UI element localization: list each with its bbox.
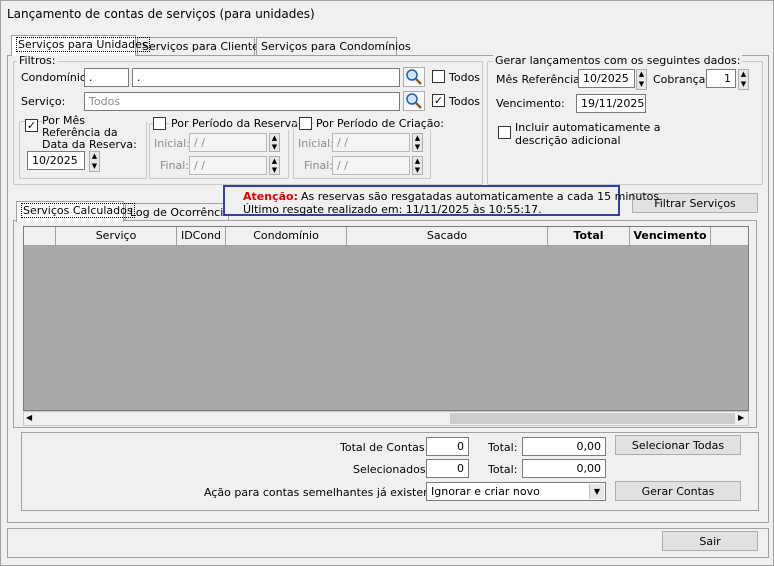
- acao-label: Ação para contas semelhantes já existent…: [204, 486, 451, 499]
- total-contas-sum: 0,00: [522, 437, 606, 456]
- criacao-final-spinner[interactable]: ▲ ▼: [412, 156, 423, 175]
- bottom-bar: [7, 528, 769, 558]
- incluir-descricao-label-1: Incluir automaticamente a: [515, 121, 661, 134]
- periodo-criacao-label: Por Período de Criação:: [314, 117, 446, 130]
- tab-servicos-condominios[interactable]: Serviços para Condomínios: [256, 37, 411, 56]
- criacao-inicial-input[interactable]: / /: [332, 133, 410, 152]
- gerar-contas-button[interactable]: Gerar Contas: [615, 481, 741, 501]
- cobranca-spinner[interactable]: ▲ ▼: [738, 69, 749, 90]
- servico-label: Serviço:: [21, 95, 66, 108]
- gerar-mes-ref-spinner[interactable]: ▲ ▼: [636, 69, 647, 90]
- selecionados-label: Selecionados:: [353, 463, 430, 476]
- grid-col-vencimento[interactable]: Vencimento: [630, 227, 711, 246]
- scroll-left-icon[interactable]: ◀: [26, 413, 32, 422]
- total-contas-value: 0: [426, 437, 469, 456]
- subtab-label: Log de Ocorrências: [130, 206, 236, 219]
- tab-servicos-clientes[interactable]: Serviços para Clientes: [137, 37, 265, 56]
- mes-referencia-spinner[interactable]: ▲ ▼: [89, 151, 100, 172]
- tab-label: Serviços para Condomínios: [261, 40, 411, 53]
- servico-search-button[interactable]: [403, 91, 425, 111]
- sair-button[interactable]: Sair: [662, 531, 758, 551]
- periodo-criacao-checkbox[interactable]: [299, 117, 312, 130]
- periodo-reserva-checkbox[interactable]: [153, 117, 166, 130]
- search-icon: [406, 93, 422, 109]
- main-window: Lançamento de contas de serviços (para u…: [0, 0, 774, 566]
- grid-header: Serviço IDCond Condomínio Sacado Total V…: [24, 227, 748, 246]
- reserva-inicial-label: Inicial:: [154, 137, 190, 150]
- total-label: Total:: [488, 441, 518, 454]
- selecionar-todas-button[interactable]: Selecionar Todas: [615, 435, 741, 455]
- notice-line2: Último resgate realizado em: 11/11/2025 …: [243, 203, 542, 216]
- mes-referencia-checkbox[interactable]: ✓: [25, 119, 38, 132]
- total-contas-label: Total de Contas:: [340, 441, 429, 454]
- criacao-final-input[interactable]: / /: [332, 156, 410, 175]
- servico-todos-checkbox[interactable]: ✓: [432, 94, 445, 107]
- incluir-descricao-label-2: descrição adicional: [515, 134, 621, 147]
- acao-select[interactable]: Ignorar e criar novo ▼: [426, 482, 606, 501]
- reserva-final-input[interactable]: / /: [189, 156, 267, 175]
- subtab-servicos-calculados[interactable]: Serviços Calculados: [16, 201, 135, 222]
- grid-indicator-column: [24, 227, 56, 246]
- reserva-inicial-spinner[interactable]: ▲ ▼: [269, 133, 280, 152]
- grid-col-idcond[interactable]: IDCond: [177, 227, 226, 246]
- condominio-search-button[interactable]: [403, 67, 425, 87]
- search-icon: [406, 69, 422, 85]
- selecionados-sum: 0,00: [522, 459, 606, 478]
- condominio-name-input[interactable]: .: [132, 68, 400, 87]
- grid-col-condominio[interactable]: Condomínio: [226, 227, 347, 246]
- condominio-todos-checkbox[interactable]: [432, 70, 445, 83]
- selecionados-total-label: Total:: [488, 463, 518, 476]
- gerar-mes-ref-input[interactable]: 10/2025: [578, 69, 635, 88]
- criacao-inicial-spinner[interactable]: ▲ ▼: [412, 133, 423, 152]
- incluir-descricao-checkbox[interactable]: [498, 126, 511, 139]
- grid-col-total[interactable]: Total: [548, 227, 630, 246]
- notice-attention: Atenção:: [243, 190, 298, 203]
- periodo-reserva-label: Por Período da Reserva:: [169, 117, 304, 130]
- vencimento-label: Vencimento:: [496, 97, 565, 110]
- chevron-down-icon[interactable]: ▼: [589, 484, 604, 499]
- criacao-inicial-label: Inicial:: [298, 137, 334, 150]
- servico-todos-label: Todos: [449, 95, 481, 108]
- grid-col-sacado[interactable]: Sacado: [347, 227, 548, 246]
- gerar-mes-ref-label: Mês Referência:: [496, 73, 584, 86]
- tab-label: Serviços para Clientes: [142, 40, 265, 53]
- reserva-final-label: Final:: [160, 159, 190, 172]
- notice-box: Atenção: As reservas são resgatadas auto…: [223, 185, 663, 216]
- mes-referencia-input[interactable]: 10/2025: [27, 151, 85, 170]
- grid-horizontal-scrollbar[interactable]: ◀ ▶: [23, 411, 749, 426]
- gerar-group-label: Gerar lançamentos com os seguintes dados…: [493, 54, 743, 67]
- grid-col-servico[interactable]: Serviço: [56, 227, 177, 246]
- vencimento-input[interactable]: 19/11/2025: [576, 94, 646, 113]
- reserva-inicial-input[interactable]: / /: [189, 133, 267, 152]
- servico-input[interactable]: Todos: [84, 92, 400, 111]
- condominio-todos-label: Todos: [449, 71, 481, 84]
- selecionados-value: 0: [426, 459, 469, 478]
- cobranca-label: Cobrança:: [653, 73, 710, 86]
- criacao-final-label: Final:: [304, 159, 334, 172]
- cobranca-input[interactable]: 1: [706, 69, 736, 88]
- notice-line1: As reservas são resgatadas automaticamen…: [301, 190, 663, 203]
- tab-label: Serviços para Unidades: [16, 37, 150, 52]
- reserva-final-spinner[interactable]: ▲ ▼: [269, 156, 280, 175]
- window-title: Lançamento de contas de serviços (para u…: [7, 7, 315, 21]
- condominio-label: Condomínio:: [21, 71, 91, 84]
- acao-select-value: Ignorar e criar novo: [431, 485, 540, 498]
- scroll-right-icon[interactable]: ▶: [738, 413, 744, 422]
- services-grid[interactable]: Serviço IDCond Condomínio Sacado Total V…: [23, 226, 749, 411]
- subtab-label: Serviços Calculados: [21, 203, 135, 218]
- mes-referencia-label: Por Mês Referência da Data da Reserva:: [42, 115, 146, 151]
- scroll-thumb[interactable]: [450, 413, 735, 424]
- condominio-code-input[interactable]: .: [84, 68, 129, 87]
- tab-servicos-unidades[interactable]: Serviços para Unidades: [11, 35, 150, 56]
